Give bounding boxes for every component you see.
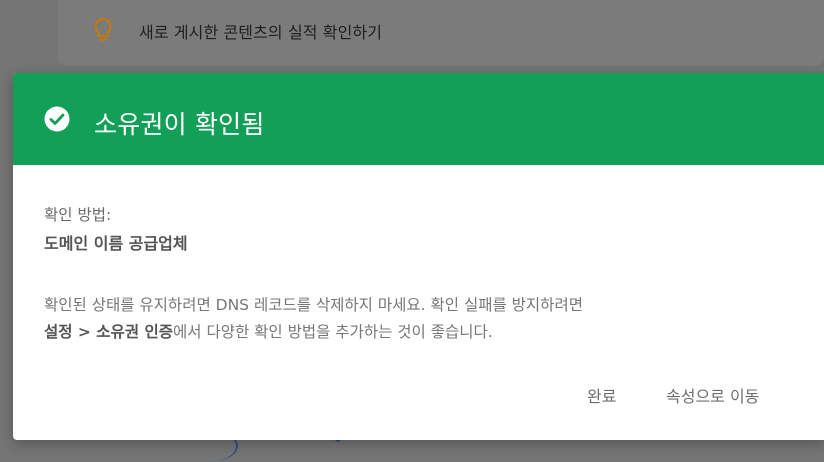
ownership-verified-dialog: 소유권이 확인됨 확인 방법: 도메인 이름 공급업체 확인된 상태를 유지하려… [13, 73, 824, 440]
dialog-description: 확인된 상태를 유지하려면 DNS 레코드를 삭제하지 마세요. 확인 실패를 … [44, 292, 784, 346]
description-line-1: 확인된 상태를 유지하려면 DNS 레코드를 삭제하지 마세요. 확인 실패를 … [44, 296, 583, 314]
check-circle-icon [44, 106, 70, 132]
settings-ownership-path: 설정 > 소유권 인증 [44, 323, 173, 341]
done-button[interactable]: 완료 [581, 379, 622, 411]
lightbulb-icon [92, 16, 114, 44]
verification-method-label: 확인 방법: [44, 206, 112, 224]
dialog-title: 소유권이 확인됨 [94, 110, 265, 139]
go-to-property-button[interactable]: 속성으로 이동 [660, 379, 765, 411]
verification-method-value: 도메인 이름 공급업체 [44, 234, 188, 253]
dialog-header: 소유권이 확인됨 [13, 73, 824, 165]
background-card-text: 새로 게시한 콘텐츠의 실적 확인하기 [139, 23, 383, 42]
description-line-2: 에서 다양한 확인 방법을 추가하는 것이 좋습니다. [173, 323, 493, 341]
